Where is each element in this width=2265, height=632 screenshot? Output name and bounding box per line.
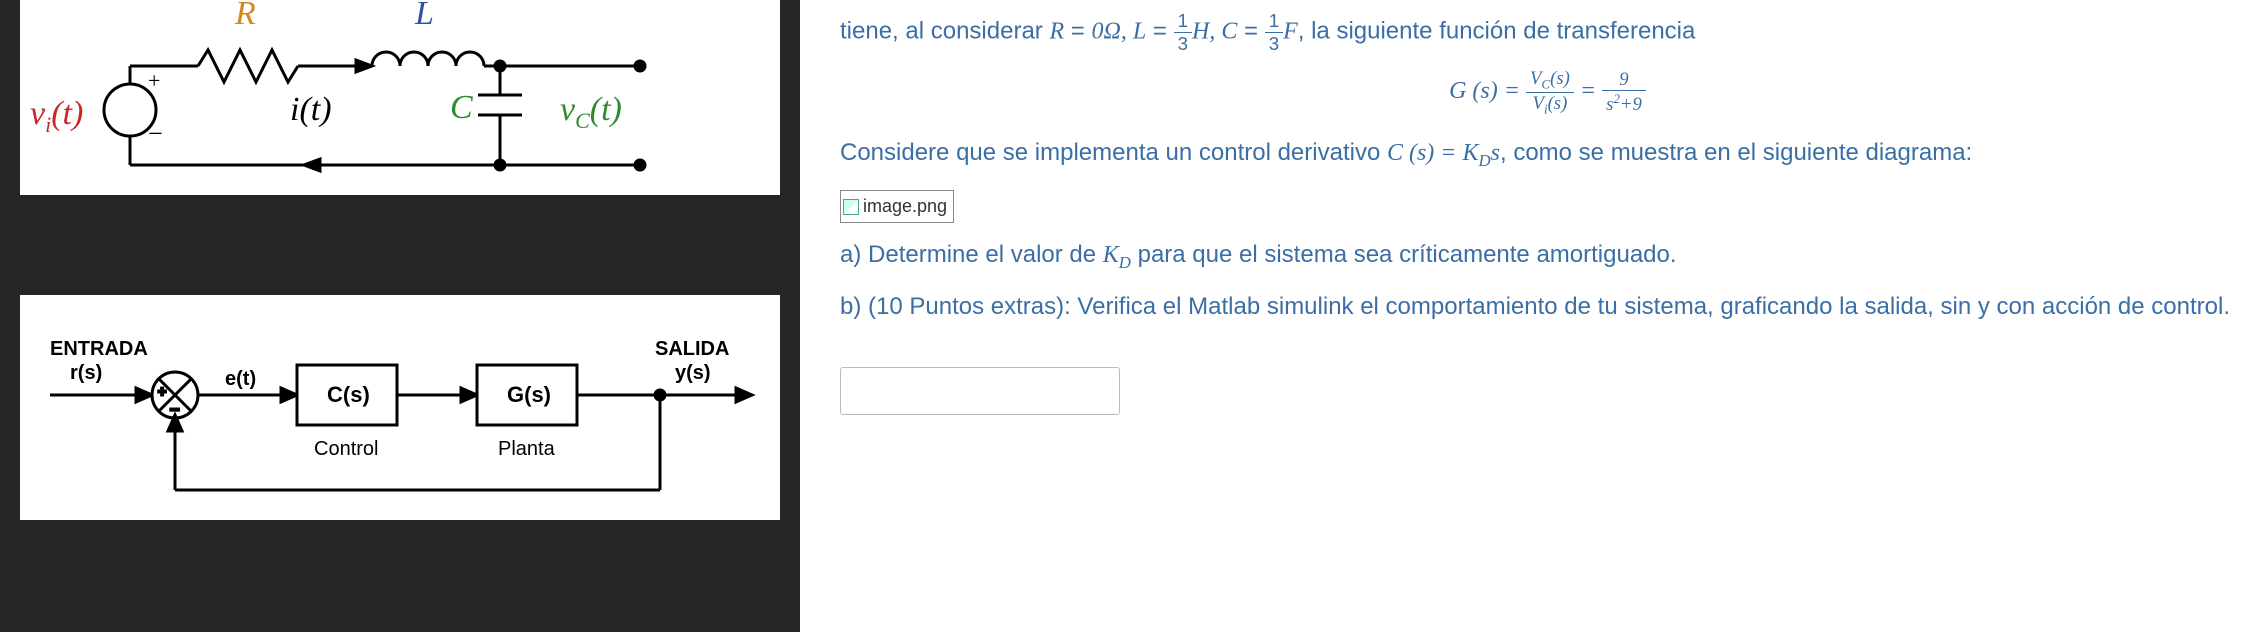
label-it: i(t) xyxy=(290,91,332,128)
label-cs: C(s) xyxy=(327,382,370,407)
answer-input[interactable] xyxy=(840,367,1120,415)
label-entrada: ENTRADA xyxy=(50,338,148,360)
label-L: L xyxy=(414,0,434,32)
svg-text:+: + xyxy=(148,68,160,93)
label-vc: vC(t) xyxy=(560,91,622,133)
label-planta: Planta xyxy=(498,438,556,460)
label-et: e(t) xyxy=(225,368,256,390)
intro-line: tiene, al considerar R = 0Ω, L = 13H, C … xyxy=(840,10,2255,54)
rlc-circuit-diagram: + − R L vi(t) i(t) C vC(t) xyxy=(20,0,780,195)
svg-text:+: + xyxy=(158,383,166,399)
label-salida: SALIDA xyxy=(655,338,729,360)
left-panel: + − R L vi(t) i(t) C vC(t) xyxy=(0,0,800,632)
label-control: Control xyxy=(314,438,378,460)
label-R: R xyxy=(234,0,256,32)
question-panel: tiene, al considerar R = 0Ω, L = 13H, C … xyxy=(800,0,2265,632)
label-rs: r(s) xyxy=(70,362,102,384)
broken-image-placeholder: image.png xyxy=(840,190,954,223)
question-a: a) Determine el valor de KD para que el … xyxy=(840,237,2255,275)
svg-text:−: − xyxy=(148,119,163,148)
label-vi: vi(t) xyxy=(30,95,83,137)
broken-image-icon xyxy=(843,199,859,215)
label-gs: G(s) xyxy=(507,382,551,407)
question-b: b) (10 Puntos extras): Verifica el Matla… xyxy=(840,289,2255,325)
consider-line: Considere que se implementa un control d… xyxy=(840,135,2255,173)
label-C: C xyxy=(450,89,473,126)
label-ys: y(s) xyxy=(675,362,711,384)
transfer-function-equation: G (s) = VC(s) Vi(s) = 9 s2+9 xyxy=(840,68,2255,117)
block-diagram: + − ENTRADA r(s) xyxy=(20,295,780,520)
